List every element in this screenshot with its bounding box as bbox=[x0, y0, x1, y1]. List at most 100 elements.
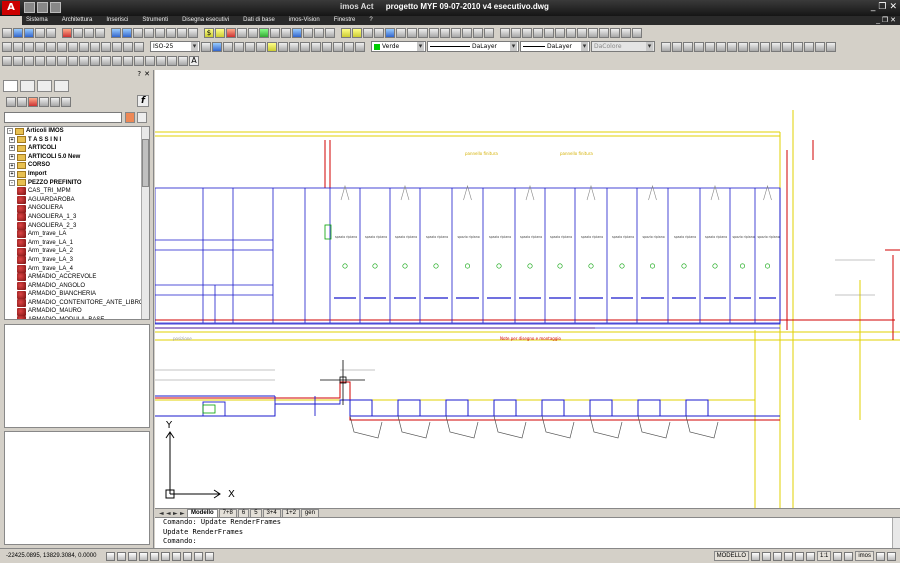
draw-region-icon[interactable] bbox=[178, 55, 188, 66]
drawing-canvas[interactable]: spazio ripiano spazio ripiano spazio ripia… bbox=[155, 70, 900, 508]
fillet-icon[interactable] bbox=[815, 41, 825, 52]
app-logo[interactable]: A bbox=[2, 1, 20, 15]
polar-toggle-icon[interactable] bbox=[139, 551, 148, 561]
expand-icon[interactable]: + bbox=[9, 145, 15, 152]
view-side-icon[interactable] bbox=[610, 27, 620, 38]
layer-merge-icon[interactable] bbox=[333, 41, 343, 52]
menu-disegna-esecutivi[interactable]: Disegna esecutivi bbox=[182, 16, 229, 25]
color-combo[interactable]: Verde bbox=[371, 41, 426, 52]
expand-icon[interactable]: + bbox=[9, 136, 15, 143]
osnap-toggle-icon[interactable] bbox=[150, 551, 159, 561]
command-prompt[interactable]: Comando: bbox=[163, 537, 900, 547]
draw-polygon-icon[interactable] bbox=[35, 55, 45, 66]
currency-icon[interactable]: $ bbox=[204, 27, 214, 38]
tree-item[interactable]: + T A S S I N I bbox=[5, 136, 149, 145]
snap-toggle-icon[interactable] bbox=[106, 551, 115, 561]
tree-item[interactable]: ANGOLIERA bbox=[5, 204, 149, 213]
search-input[interactable] bbox=[4, 112, 122, 123]
draw-block-icon[interactable] bbox=[134, 55, 144, 66]
folder-icon[interactable] bbox=[341, 27, 351, 38]
layer-iso-icon[interactable] bbox=[256, 41, 266, 52]
layer-translate-icon[interactable] bbox=[355, 41, 365, 52]
tree-item[interactable]: + ARTICOLI bbox=[5, 144, 149, 153]
extend-icon[interactable] bbox=[771, 41, 781, 52]
arc-icon[interactable] bbox=[57, 41, 67, 52]
circle-icon[interactable] bbox=[68, 41, 78, 52]
panel-refresh-icon[interactable] bbox=[50, 97, 60, 107]
view-iso-icon[interactable] bbox=[621, 27, 631, 38]
dimstyle-combo[interactable]: ISO-25 bbox=[150, 41, 200, 52]
zoom-scale-icon[interactable] bbox=[544, 27, 554, 38]
chamfer-icon[interactable] bbox=[804, 41, 814, 52]
ucs-icon[interactable] bbox=[484, 27, 494, 38]
search-filter-icon[interactable] bbox=[125, 112, 135, 123]
collapse-icon[interactable]: - bbox=[7, 128, 13, 135]
surface-icon[interactable] bbox=[248, 27, 258, 38]
tree-item[interactable]: - PEZZO PREFINITO bbox=[5, 179, 149, 188]
tree-scroll-thumb[interactable] bbox=[142, 139, 149, 187]
point-icon[interactable] bbox=[123, 41, 133, 52]
lock-icon[interactable] bbox=[876, 551, 885, 561]
command-line[interactable]: Comando: Update RenderFrames Update Rend… bbox=[155, 517, 900, 548]
move-icon[interactable] bbox=[716, 41, 726, 52]
open-icon[interactable] bbox=[13, 27, 23, 38]
command-scrollbar[interactable] bbox=[892, 518, 900, 548]
preview-icon[interactable] bbox=[46, 27, 56, 38]
function-button[interactable]: f bbox=[137, 95, 149, 107]
layer-walk-icon[interactable] bbox=[322, 41, 332, 52]
draw-ellipse-icon[interactable] bbox=[101, 55, 111, 66]
expand-icon[interactable]: + bbox=[9, 162, 15, 169]
render-icon[interactable] bbox=[385, 27, 395, 38]
background-icon[interactable] bbox=[440, 27, 450, 38]
showmotion-icon[interactable] bbox=[805, 551, 815, 561]
tree-item[interactable]: + ARTICOLI 5.0 New bbox=[5, 153, 149, 162]
tree-item[interactable]: ARMADIO_ANGOLO bbox=[5, 281, 149, 291]
hatch-icon[interactable] bbox=[134, 41, 144, 52]
list-icon[interactable] bbox=[363, 27, 373, 38]
tree-item[interactable]: Arm_trave_LA_2 bbox=[5, 247, 149, 256]
rectangle-icon[interactable] bbox=[46, 41, 56, 52]
tree-item[interactable]: CAS_TRI_MPM bbox=[5, 187, 149, 196]
shelf-icon[interactable] bbox=[325, 27, 335, 38]
view-icon[interactable] bbox=[473, 27, 483, 38]
tree-item[interactable]: ARMADIO_BIANCHERIA bbox=[5, 290, 149, 299]
tab-articles[interactable] bbox=[3, 80, 18, 92]
break-icon[interactable] bbox=[782, 41, 792, 52]
trim-icon[interactable] bbox=[760, 41, 770, 52]
mdi-window-controls[interactable]: _ ❐ ✕ bbox=[876, 16, 896, 25]
view-front-icon[interactable] bbox=[599, 27, 609, 38]
drawing-quickview-icon[interactable] bbox=[761, 551, 771, 561]
menu-architettura[interactable]: Architettura bbox=[62, 16, 93, 25]
orbit-icon[interactable] bbox=[632, 27, 642, 38]
linetype-combo[interactable]: DaLayer bbox=[427, 41, 519, 52]
tab-library[interactable] bbox=[37, 80, 52, 92]
panel-filter-icon[interactable] bbox=[28, 97, 38, 107]
draw-rect-icon[interactable] bbox=[46, 55, 56, 66]
scale-icon[interactable] bbox=[738, 41, 748, 52]
properties-icon[interactable] bbox=[177, 27, 187, 38]
zoom-status-icon[interactable] bbox=[783, 551, 793, 561]
layer-color-icon[interactable] bbox=[311, 41, 321, 52]
cad-drawing[interactable]: spazio ripiano spazio ripiano spazio ripia… bbox=[155, 70, 900, 508]
fog-icon[interactable] bbox=[451, 27, 461, 38]
material-lib-icon[interactable] bbox=[418, 27, 428, 38]
menu-help[interactable]: ? bbox=[369, 16, 372, 25]
layer-off-icon[interactable] bbox=[278, 41, 288, 52]
insert-block-icon[interactable] bbox=[101, 41, 111, 52]
layout-nav-icon[interactable]: ► bbox=[180, 510, 186, 517]
zoom-extents-icon[interactable] bbox=[533, 27, 543, 38]
ellipse-icon[interactable] bbox=[90, 41, 100, 52]
join-icon[interactable] bbox=[793, 41, 803, 52]
paste-icon[interactable] bbox=[84, 27, 94, 38]
tree-item[interactable]: + CORSO bbox=[5, 161, 149, 170]
collapse-icon[interactable]: - bbox=[9, 179, 15, 186]
zoom-previous-icon[interactable] bbox=[166, 27, 176, 38]
qat-dropdown-icon[interactable] bbox=[50, 2, 61, 13]
panel-tree-icon[interactable] bbox=[39, 97, 49, 107]
zoom-window-icon[interactable] bbox=[155, 27, 165, 38]
grid-toggle-icon[interactable] bbox=[117, 551, 126, 561]
open-file-icon[interactable] bbox=[37, 2, 48, 13]
search-go-icon[interactable] bbox=[137, 112, 147, 123]
layer-plot-icon[interactable] bbox=[300, 41, 310, 52]
copy-object-icon[interactable] bbox=[672, 41, 682, 52]
